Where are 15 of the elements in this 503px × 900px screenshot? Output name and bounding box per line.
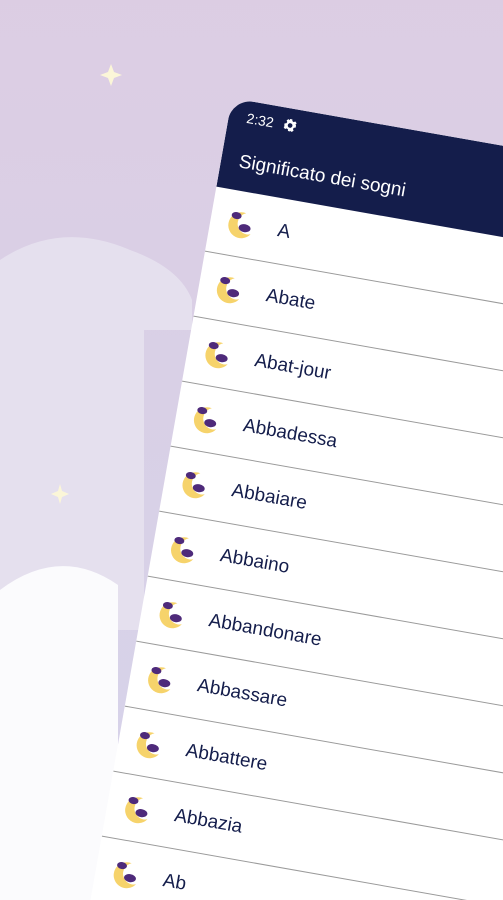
dream-entry[interactable]: Abbaiare	[230, 480, 309, 514]
dream-entry[interactable]: A	[276, 220, 292, 244]
gear-icon	[282, 117, 298, 134]
dream-entry[interactable]: Abbaino	[218, 544, 291, 578]
dream-entry[interactable]: Abbandonare	[207, 610, 324, 652]
dream-entry[interactable]: Abbazia	[172, 804, 244, 838]
app-title: Significato dei sogni	[237, 151, 408, 202]
status-time: 2:32	[245, 110, 275, 130]
dream-entry[interactable]: Abbattere	[184, 740, 270, 776]
dream-entry[interactable]: Abbadessa	[241, 414, 339, 453]
dream-entry[interactable]: Abat-jour	[252, 350, 333, 385]
sparkle-icon	[100, 64, 122, 86]
dream-entry[interactable]: Ab	[161, 870, 188, 896]
dream-entry[interactable]: Abbassare	[196, 674, 289, 712]
dream-entry[interactable]: Abate	[264, 284, 318, 315]
